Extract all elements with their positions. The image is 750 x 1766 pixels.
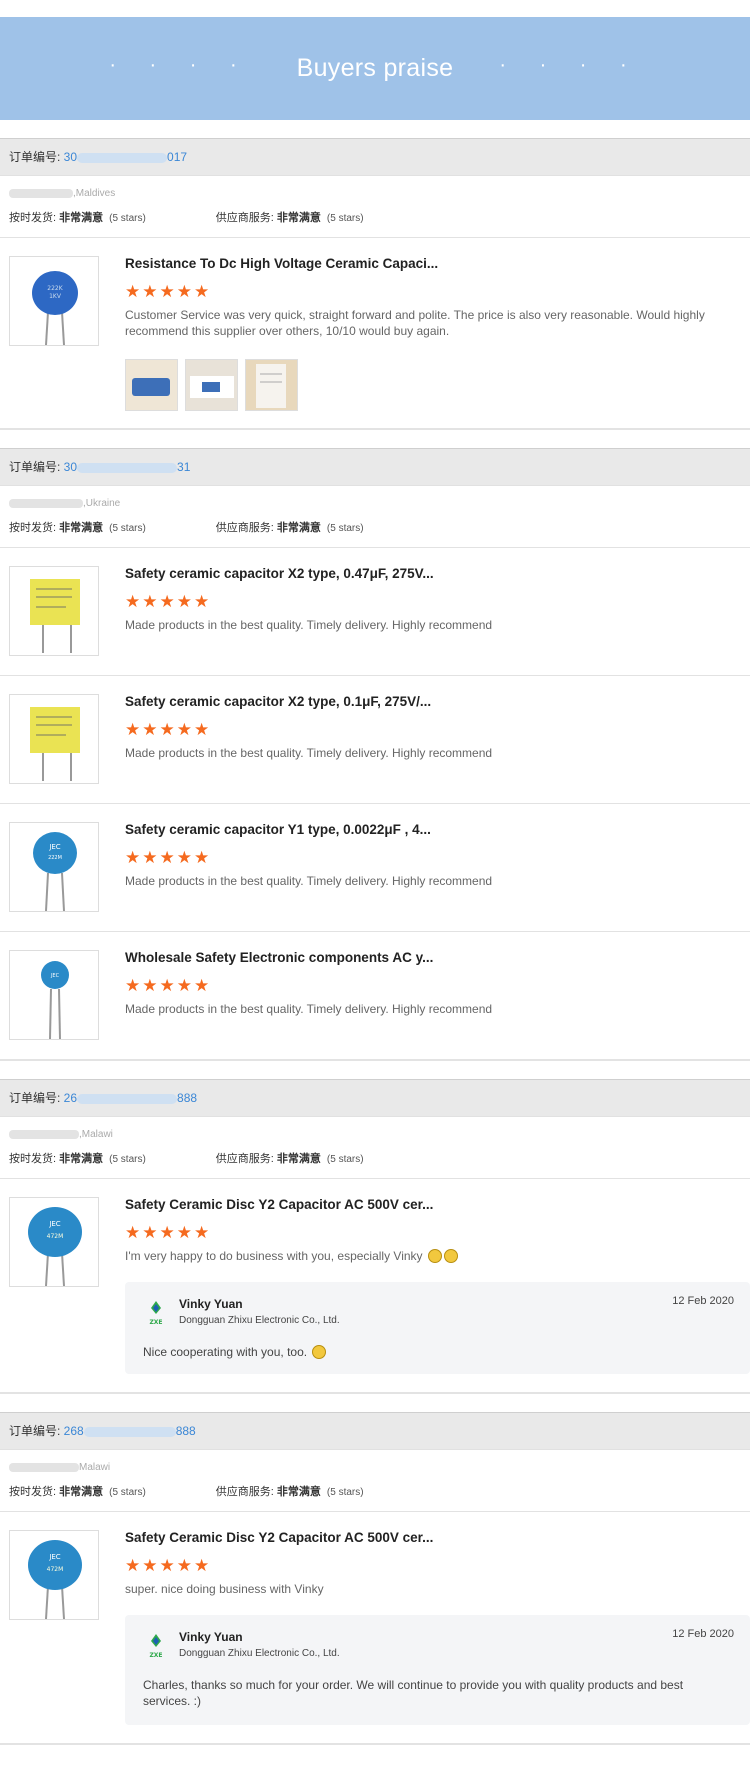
reply-author: Vinky Yuan <box>179 1630 243 1644</box>
product-thumbnail[interactable]: JEC 472M <box>9 1197 99 1287</box>
svg-text:222M: 222M <box>48 855 62 861</box>
review-text: Made products in the best quality. Timel… <box>125 618 493 632</box>
svg-text:JEC: JEC <box>48 1553 60 1561</box>
order-label: 订单编号: <box>9 460 64 474</box>
reply-text: Charles, thanks so much for your order. … <box>143 1678 684 1708</box>
rating-stars: ★★★★★ <box>125 1223 212 1242</box>
buyer-country: ,Ukraine <box>83 498 121 509</box>
buyer-info: ,Malawi <box>9 1129 113 1140</box>
reply-date: 12 Feb 2020 <box>672 1295 734 1307</box>
rating-stars: ★★★★★ <box>125 848 212 867</box>
rating-stars: ★★★★★ <box>125 592 212 611</box>
product-thumbnail[interactable]: 222K 1KV <box>9 256 99 346</box>
buyer-country: ,Malawi <box>79 1129 113 1140</box>
supplier-reply: ZXE Vinky Yuan Dongguan Zhixu Electronic… <box>125 1615 750 1725</box>
order-label: 订单编号: <box>9 1091 64 1105</box>
product-thumbnail[interactable] <box>9 694 99 784</box>
order-number[interactable]: 26 888 <box>64 1091 197 1105</box>
reply-company: Dongguan Zhixu Electronic Co., Ltd. <box>179 1315 340 1326</box>
product-thumbnail[interactable]: JEC 222M <box>9 822 99 912</box>
buyer-info: ,Ukraine <box>9 498 120 509</box>
review-photo[interactable] <box>125 359 178 411</box>
review-text: Made products in the best quality. Timel… <box>125 746 493 760</box>
review-text: Made products in the best quality. Timel… <box>125 874 493 888</box>
buyer-country: Malawi <box>79 1462 111 1473</box>
svg-text:ZXE: ZXE <box>149 1319 162 1326</box>
product-title[interactable]: Safety ceramic capacitor Y1 type, 0.0022… <box>125 822 431 837</box>
reply-date: 12 Feb 2020 <box>672 1628 734 1640</box>
emoji-icon <box>312 1345 327 1359</box>
review-photo[interactable] <box>245 359 298 411</box>
svg-text:JEC: JEC <box>48 843 60 851</box>
review-text: Customer Service was very quick, straigh… <box>125 308 705 338</box>
supplier-logo-icon: ZXE <box>149 1301 163 1326</box>
supplier-logo-icon: ZXE <box>149 1634 163 1659</box>
rating-stars: ★★★★★ <box>125 720 212 739</box>
product-thumbnail[interactable]: JEC 472M <box>9 1530 99 1620</box>
buyer-info: ,Maldives <box>9 188 115 199</box>
order-ratings: 按时发货: 非常满意 (5 stars) 供应商服务: 非常满意 (5 stars) <box>9 1486 364 1498</box>
review-text: I'm very happy to do business with you, … <box>125 1248 715 1264</box>
emoji-icon <box>443 1249 458 1263</box>
order-label: 订单编号: <box>9 1424 64 1438</box>
order-ratings: 按时发货: 非常满意 (5 stars) 供应商服务: 非常满意 (5 stars) <box>9 1153 364 1165</box>
rating-stars: ★★★★★ <box>125 976 212 995</box>
order-header: 订单编号: 30 017 <box>0 138 750 176</box>
svg-text:ZXE: ZXE <box>149 1652 162 1659</box>
review-photo[interactable] <box>185 359 238 411</box>
review-text: super. nice doing business with Vinky <box>125 1582 324 1596</box>
order-number[interactable]: 268 888 <box>64 1424 196 1438</box>
decorative-dots: · · · · <box>499 54 641 76</box>
product-thumbnail[interactable]: JEC <box>9 950 99 1040</box>
svg-text:JEC: JEC <box>48 1220 60 1228</box>
review-text: Made products in the best quality. Timel… <box>125 1002 493 1016</box>
rating-stars: ★★★★★ <box>125 1556 212 1575</box>
svg-text:472M: 472M <box>47 1233 64 1240</box>
order-number[interactable]: 30 31 <box>64 460 191 474</box>
product-title[interactable]: Safety Ceramic Disc Y2 Capacitor AC 500V… <box>125 1530 433 1545</box>
order-ratings: 按时发货: 非常满意 (5 stars) 供应商服务: 非常满意 (5 stars) <box>9 212 364 224</box>
order-label: 订单编号: <box>9 150 64 164</box>
buyer-country: ,Maldives <box>73 188 116 199</box>
order-header: 订单编号: 30 31 <box>0 448 750 486</box>
svg-text:1KV: 1KV <box>49 293 62 300</box>
reply-author: Vinky Yuan <box>179 1297 243 1311</box>
supplier-reply: ZXE Vinky Yuan Dongguan Zhixu Electronic… <box>125 1282 750 1374</box>
header-banner: · · · · Buyers praise · · · · <box>0 17 750 120</box>
svg-text:222K: 222K <box>47 285 63 292</box>
product-title[interactable]: Safety ceramic capacitor X2 type, 0.1μF,… <box>125 694 431 709</box>
order-header: 订单编号: 268 888 <box>0 1412 750 1450</box>
product-title[interactable]: Safety Ceramic Disc Y2 Capacitor AC 500V… <box>125 1197 433 1212</box>
buyer-info: Malawi <box>9 1462 110 1473</box>
svg-text:JEC: JEC <box>50 973 60 979</box>
product-thumbnail[interactable] <box>9 566 99 656</box>
order-ratings: 按时发货: 非常满意 (5 stars) 供应商服务: 非常满意 (5 stars) <box>9 522 364 534</box>
decorative-dots: · · · · <box>109 54 251 76</box>
reply-text: Nice cooperating with you, too. <box>143 1344 723 1360</box>
svg-text:472M: 472M <box>47 1566 64 1573</box>
rating-stars: ★★★★★ <box>125 282 212 301</box>
product-title[interactable]: Resistance To Dc High Voltage Ceramic Ca… <box>125 256 438 271</box>
page-title: Buyers praise <box>296 54 454 82</box>
order-number[interactable]: 30 017 <box>64 150 187 164</box>
emoji-icon <box>427 1249 442 1263</box>
product-title[interactable]: Safety ceramic capacitor X2 type, 0.47μF… <box>125 566 434 581</box>
product-title[interactable]: Wholesale Safety Electronic components A… <box>125 950 433 965</box>
order-header: 订单编号: 26 888 <box>0 1079 750 1117</box>
reply-company: Dongguan Zhixu Electronic Co., Ltd. <box>179 1648 340 1659</box>
